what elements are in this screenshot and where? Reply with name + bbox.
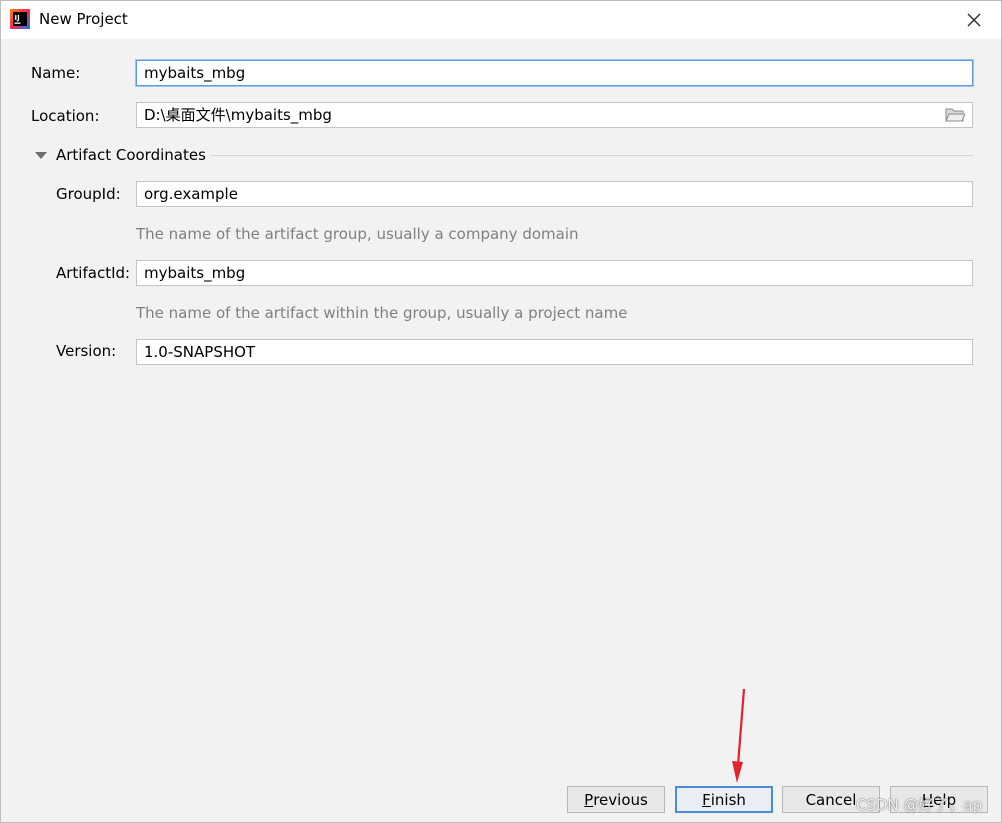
folder-icon[interactable] [945,107,965,123]
artifactid-label: ArtifactId: [56,264,131,282]
csdn-watermark: CSDN @好了，ap [856,796,983,814]
artifactid-hint: The name of the artifact within the grou… [136,304,628,322]
groupid-hint: The name of the artifact group, usually … [136,225,579,243]
location-value: D:\桌面文件\mybaits_mbg [144,106,332,124]
finish-button[interactable]: Finish [675,786,773,813]
title-bar: IJ New Project [1,1,1001,39]
collapse-triangle-icon[interactable] [35,152,47,159]
close-icon [967,13,981,27]
location-field[interactable]: D:\桌面文件\mybaits_mbg [136,102,973,128]
version-input[interactable]: 1.0-SNAPSHOT [136,339,973,365]
name-input[interactable]: mybaits_mbg [136,60,973,86]
red-arrow-annotation [732,688,746,783]
name-label: Name: [31,64,81,82]
version-label: Version: [56,342,117,360]
section-divider [211,155,973,156]
location-label: Location: [31,107,100,125]
artifact-coordinates-section[interactable]: Artifact Coordinates [35,145,973,167]
groupid-label: GroupId: [56,185,121,203]
section-title: Artifact Coordinates [56,146,206,164]
new-project-dialog: IJ New Project Name: mybaits_mbg Locatio… [0,0,1002,823]
svg-text:IJ: IJ [15,14,20,22]
groupid-input[interactable]: org.example [136,181,973,207]
previous-button[interactable]: Previous [567,786,665,813]
intellij-idea-icon: IJ [10,9,30,29]
artifactid-input[interactable]: mybaits_mbg [136,260,973,286]
window-title: New Project [39,10,128,28]
close-button[interactable] [961,7,987,33]
